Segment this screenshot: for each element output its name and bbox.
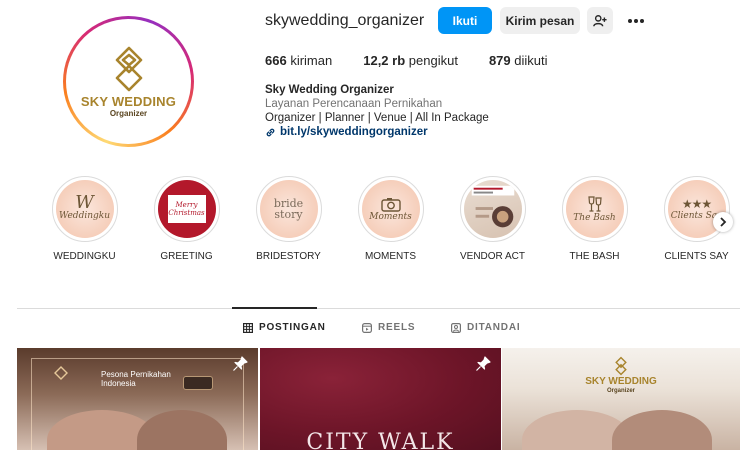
highlight-greeting[interactable]: Merry Christmas GREETING: [135, 176, 238, 262]
send-message-button[interactable]: Kirim pesan: [500, 7, 580, 34]
highlight-thumb-text: The Bash: [573, 213, 616, 223]
bridestory-logo-icon: bride story: [259, 180, 318, 238]
highlight-ring: bride story: [255, 176, 322, 242]
highlight-ring: ★★★ Clients Say: [663, 176, 730, 242]
highlight-ring: The Bash: [561, 176, 628, 242]
tab-label: DITANDAI: [467, 322, 521, 333]
avatar: SKY WEDDING Organizer: [70, 23, 187, 140]
highlights-next-button[interactable]: [713, 212, 733, 232]
highlight-label: THE BASH: [569, 251, 620, 262]
bio-description: Organizer | Planner | Venue | All In Pac…: [265, 112, 489, 124]
camera-icon: [380, 197, 401, 212]
more-horizontal-icon: [628, 18, 644, 23]
bio-link[interactable]: bit.ly/skyweddingorganizer: [265, 125, 489, 139]
highlight-ring: Moments: [357, 176, 424, 242]
vendor-photo-icon: [463, 180, 522, 238]
followers-stat[interactable]: 12,2 rb pengikut: [363, 53, 458, 68]
sky-wedding-logo-icon: [115, 46, 142, 91]
profile-bio: Sky Wedding Organizer Layanan Perencanaa…: [265, 83, 489, 139]
profile-username: skywedding_organizer: [265, 12, 425, 29]
highlight-thumb-text: Merry Christmas: [168, 201, 205, 217]
followers-count: 12,2 rb: [363, 53, 406, 68]
post-tile[interactable]: Pesona Pernikahan Indonesia: [17, 348, 258, 450]
avatar-inner: SKY WEDDING Organizer: [66, 19, 191, 144]
post-figure: [612, 410, 712, 450]
posts-count: 666: [265, 53, 287, 68]
highlight-label: BRIDESTORY: [256, 251, 321, 262]
following-count: 879: [488, 53, 511, 68]
highlight-moments[interactable]: Moments MOMENTS: [339, 176, 442, 262]
pinned-icon: [476, 356, 491, 371]
post-overlay-title: CITY WALK: [306, 430, 455, 450]
link-icon: [266, 128, 275, 136]
post-badge: [183, 376, 213, 390]
following-stat[interactable]: 879 diikuti: [489, 53, 548, 68]
logo-title: SKY WEDDING: [80, 93, 177, 109]
chevron-right-icon: [720, 217, 727, 227]
active-tab-indicator: [232, 307, 317, 309]
highlight-thumb-text: W Weddingku: [58, 191, 111, 221]
posts-stat: 666 kiriman: [265, 53, 332, 68]
highlight-thumb: Moments: [361, 180, 420, 238]
highlight-ring: W Weddingku: [51, 176, 118, 242]
highlight-the-bash[interactable]: The Bash THE BASH: [543, 176, 646, 262]
tab-reels[interactable]: REELS: [362, 322, 415, 333]
sky-wedding-logo-icon: [615, 356, 627, 376]
tabs-divider: [17, 308, 740, 309]
grid-icon: [243, 322, 253, 333]
profile-avatar[interactable]: SKY WEDDING Organizer: [63, 16, 194, 147]
weddingku-logo-icon: W Weddingku: [55, 180, 114, 238]
tagged-icon: [451, 322, 461, 333]
highlight-ring: Merry Christmas: [153, 176, 220, 242]
post-tile[interactable]: CITY WALK: [260, 348, 501, 450]
highlight-vendor-act[interactable]: VENDOR ACT: [441, 176, 544, 262]
christmas-card-icon: Merry Christmas: [157, 180, 216, 238]
logo-subtitle: Organizer: [109, 108, 148, 118]
following-label: diikuti: [514, 53, 548, 68]
glasses-icon: [587, 196, 602, 212]
highlight-label: VENDOR ACT: [459, 251, 525, 262]
suggested-users-button[interactable]: [587, 7, 613, 34]
bio-category: Layanan Perencanaan Pernikahan: [265, 98, 443, 110]
tab-posts[interactable]: POSTINGAN: [243, 322, 326, 333]
reels-icon: [362, 322, 372, 333]
monogram-icon: [54, 366, 68, 380]
highlight-weddingku[interactable]: W Weddingku WEDDINGKU: [33, 176, 136, 262]
post-logo-title: SKY WEDDING: [585, 376, 657, 387]
tab-tagged[interactable]: DITANDAI: [451, 322, 520, 333]
highlight-ring: [459, 176, 526, 242]
highlight-label: WEDDINGKU: [53, 251, 116, 262]
highlight-label: MOMENTS: [364, 251, 417, 262]
profile-stats: 666 kiriman 12,2 rb pengikut 879 diikuti: [265, 53, 548, 68]
add-person-icon: [593, 14, 607, 26]
highlight-thumb: The Bash: [565, 180, 624, 238]
follow-button[interactable]: Ikuti: [438, 7, 492, 34]
highlight-thumb-text: bride story: [273, 197, 304, 221]
pinned-icon: [233, 356, 248, 371]
tab-label: REELS: [378, 322, 416, 333]
post-logo-subtitle: Organizer: [606, 388, 635, 394]
posts-label: kiriman: [290, 53, 333, 68]
tab-label: POSTINGAN: [259, 322, 326, 333]
highlight-thumb-text: Moments: [369, 211, 412, 222]
highlight-label: GREETING: [160, 251, 213, 262]
highlight-label: CLIENTS SAY: [664, 251, 729, 262]
bio-name: Sky Wedding Organizer: [265, 84, 394, 96]
followers-label: pengikut: [408, 53, 458, 68]
post-overlay-text: Pesona Pernikahan Indonesia: [101, 370, 171, 388]
more-options-button[interactable]: [625, 7, 647, 34]
bio-link-text: bit.ly/skyweddingorganizer: [280, 126, 428, 138]
story-highlights: W Weddingku WEDDINGKU Merry Christmas GRE…: [33, 176, 740, 276]
highlight-bridestory[interactable]: bride story BRIDESTORY: [237, 176, 340, 262]
stars-icon: ★★★: [681, 197, 712, 211]
post-tile[interactable]: SKY WEDDING Organizer: [502, 348, 740, 450]
